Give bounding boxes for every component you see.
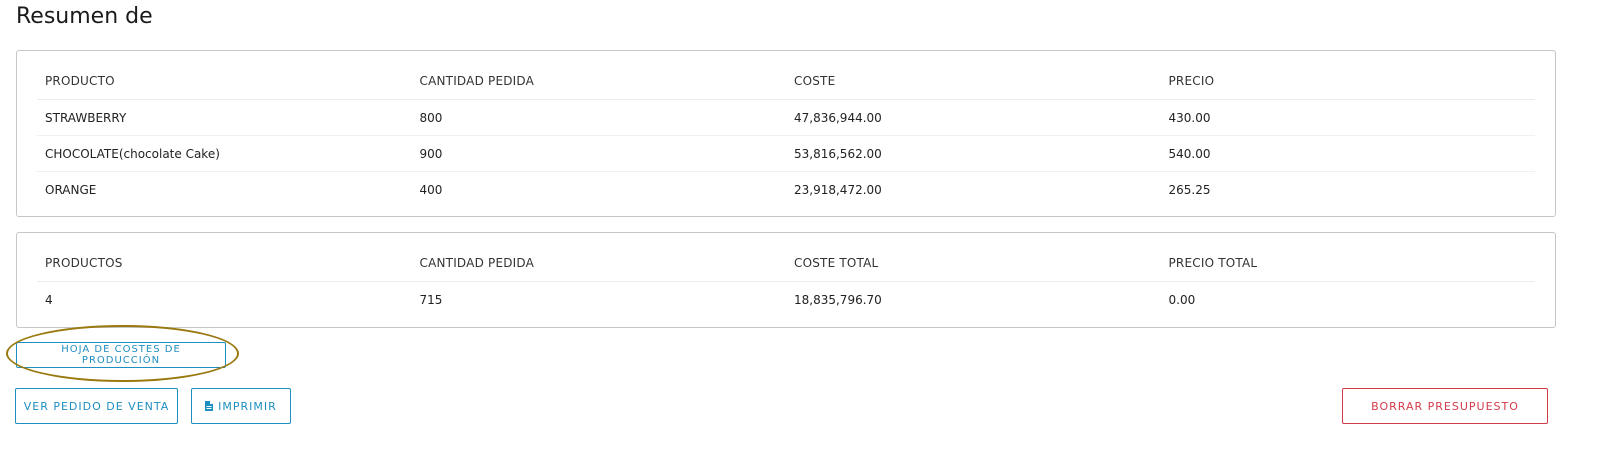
table-row: CHOCOLATE(chocolate Cake) 900 53,816,562… (37, 135, 1535, 172)
print-button[interactable]: IMPRIMIR (191, 388, 291, 424)
cell-quantity: 715 (419, 292, 443, 307)
cell-cost: 47,836,944.00 (786, 99, 1161, 136)
cell-quantity: 400 (419, 182, 443, 197)
cell-quantity: 900 (411, 135, 786, 172)
page-title: Resumen de (16, 4, 153, 29)
table-header-row: PRODUCTOS CANTIDAD PEDIDA COSTE TOTAL PR… (37, 245, 1535, 282)
cell-cost: 53,816,562.00 (786, 135, 1161, 172)
items-summary-card: PRODUCTO CANTIDAD PEDIDA COSTE PRECIO ST… (16, 50, 1556, 217)
cell-quantity: 800 (411, 99, 786, 136)
cell-product: STRAWBERRY (37, 99, 412, 136)
column-header-price: PRECIO (1160, 63, 1535, 100)
column-header-quantity: CANTIDAD PEDIDA (411, 245, 786, 282)
totals-table: PRODUCTOS CANTIDAD PEDIDA COSTE TOTAL PR… (37, 245, 1535, 317)
cell-products-count: 4 (45, 292, 53, 307)
column-header-products: PRODUCTOS (37, 245, 412, 282)
cell-product: ORANGE (45, 182, 97, 197)
cell-cost: 23,918,472.00 (794, 182, 882, 197)
page: Resumen de PRODUCTO CANTIDAD PEDIDA COST… (0, 0, 1618, 468)
cell-price: 540.00 (1160, 135, 1535, 172)
cell-total-cost: 18,835,796.70 (794, 292, 882, 307)
table-row: STRAWBERRY 800 47,836,944.00 430.00 (37, 99, 1535, 136)
column-header-product: PRODUCTO (37, 63, 412, 100)
items-table: PRODUCTO CANTIDAD PEDIDA COSTE PRECIO ST… (37, 63, 1535, 207)
cell-price: 265.25 (1168, 182, 1211, 197)
file-icon (205, 401, 214, 411)
column-header-cost: COSTE (786, 63, 1161, 100)
cell-price: 430.00 (1160, 99, 1535, 136)
column-header-quantity: CANTIDAD PEDIDA (411, 63, 786, 100)
table-header-row: PRODUCTO CANTIDAD PEDIDA COSTE PRECIO (37, 63, 1535, 100)
view-sales-order-button[interactable]: VER PEDIDO DE VENTA (15, 388, 178, 424)
production-costs-button[interactable]: HOJA DE COSTES DE PRODUCCIÓN (16, 342, 226, 368)
cell-product: CHOCOLATE(chocolate Cake) (37, 135, 412, 172)
column-header-total-price: PRECIO TOTAL (1160, 245, 1535, 282)
table-row: ORANGE 400 23,918,472.00 265.25 (37, 172, 1535, 208)
cell-total-price: 0.00 (1168, 292, 1196, 307)
print-button-label: IMPRIMIR (218, 399, 277, 413)
delete-budget-button[interactable]: BORRAR PRESUPUESTO (1342, 388, 1548, 424)
column-header-total-cost: COSTE TOTAL (786, 245, 1161, 282)
totals-summary-card: PRODUCTOS CANTIDAD PEDIDA COSTE TOTAL PR… (16, 232, 1556, 328)
table-row: 4 715 18,835,796.70 0.00 (37, 282, 1535, 318)
